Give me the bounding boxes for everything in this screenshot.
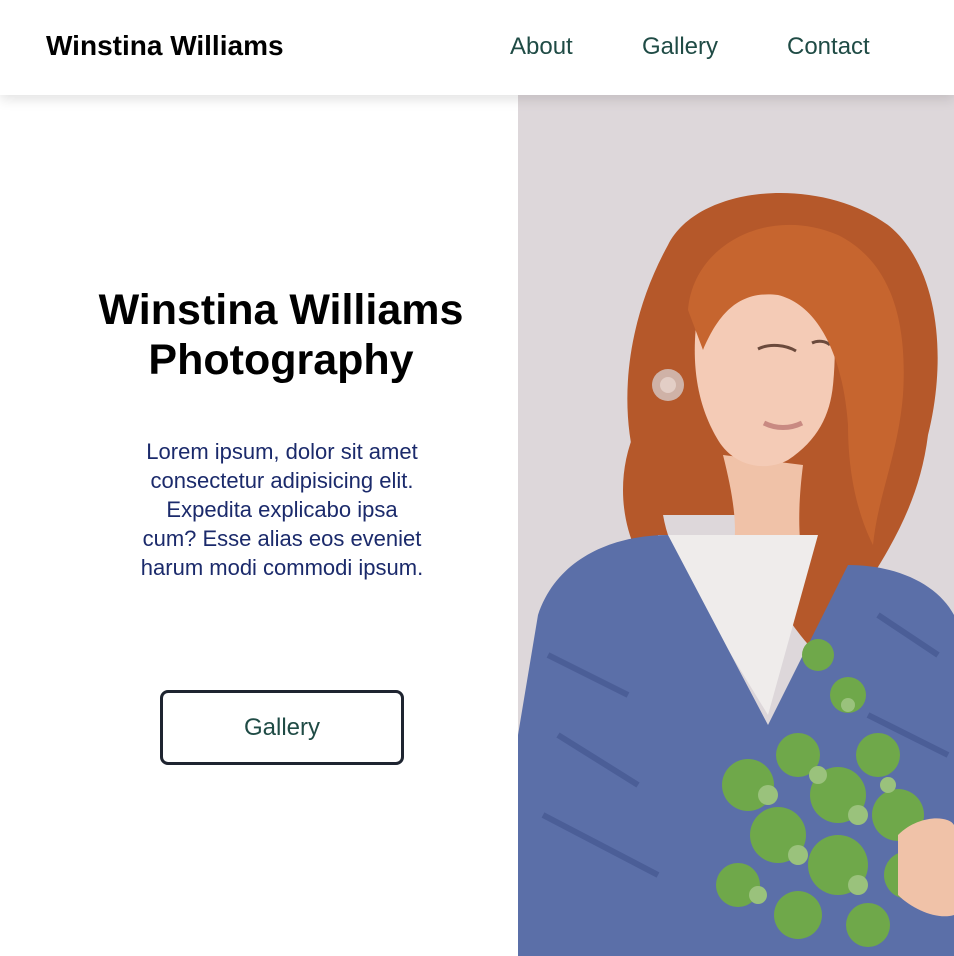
hero-description: Lorem ipsum, dolor sit amet consectetur …	[140, 439, 424, 580]
hero-title-line-2: Photography	[148, 336, 414, 384]
site-header: Winstina Williams About Gallery Contact	[0, 0, 954, 95]
gallery-button[interactable]: Gallery	[160, 690, 404, 765]
nav-link-gallery[interactable]: Gallery	[642, 33, 718, 61]
nav-link-about[interactable]: About	[510, 33, 573, 61]
portrait-illustration	[518, 95, 954, 956]
hero-title-line-1: Winstina Williams	[98, 286, 464, 334]
hero-title: Winstina Williams Photography	[40, 285, 522, 385]
portrait-photo	[518, 95, 954, 956]
hero-section: Winstina Williams Photography Lorem ipsu…	[0, 95, 518, 956]
nav-link-contact[interactable]: Contact	[787, 33, 870, 61]
main-nav: About Gallery Contact	[0, 33, 954, 63]
